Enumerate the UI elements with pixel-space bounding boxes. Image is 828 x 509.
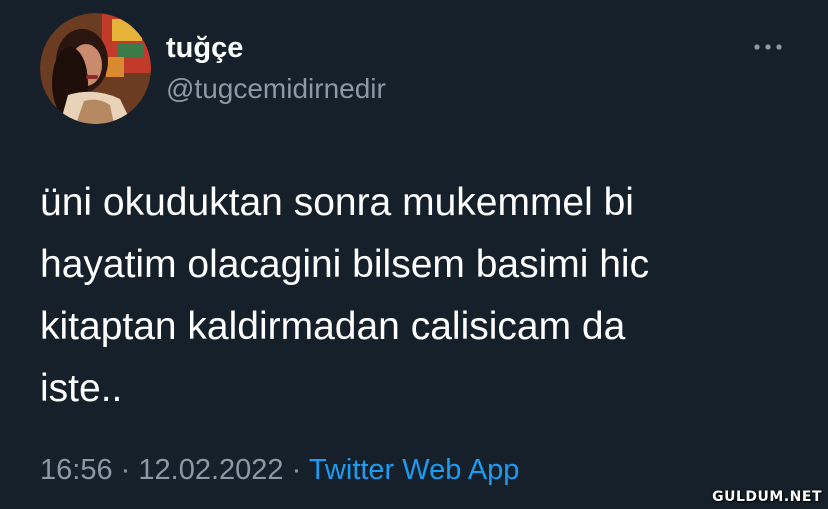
tweet-meta: 16:56 · 12.02.2022 · Twitter Web App: [40, 450, 519, 490]
avatar[interactable]: [40, 13, 151, 124]
more-options-button[interactable]: [748, 34, 788, 60]
tweet-date[interactable]: 12.02.2022: [138, 454, 283, 486]
user-handle[interactable]: @tugcemidirnedir: [166, 71, 386, 107]
more-horizontal-icon: [754, 44, 782, 50]
meta-separator: ·: [120, 454, 131, 486]
tweet-card: tuğçe @tugcemidirnedir üni okuduktan son…: [0, 0, 828, 509]
tweet-text: üni okuduktan sonra mukemmel bi hayatim …: [40, 181, 650, 410]
source-app-link[interactable]: Twitter Web App: [309, 454, 520, 486]
tweet-time[interactable]: 16:56: [40, 454, 113, 486]
profile-photo-icon: [40, 13, 151, 124]
display-name[interactable]: tuğçe: [166, 30, 243, 66]
meta-separator: ·: [291, 454, 302, 486]
watermark: GULDUM.NET: [712, 489, 822, 505]
